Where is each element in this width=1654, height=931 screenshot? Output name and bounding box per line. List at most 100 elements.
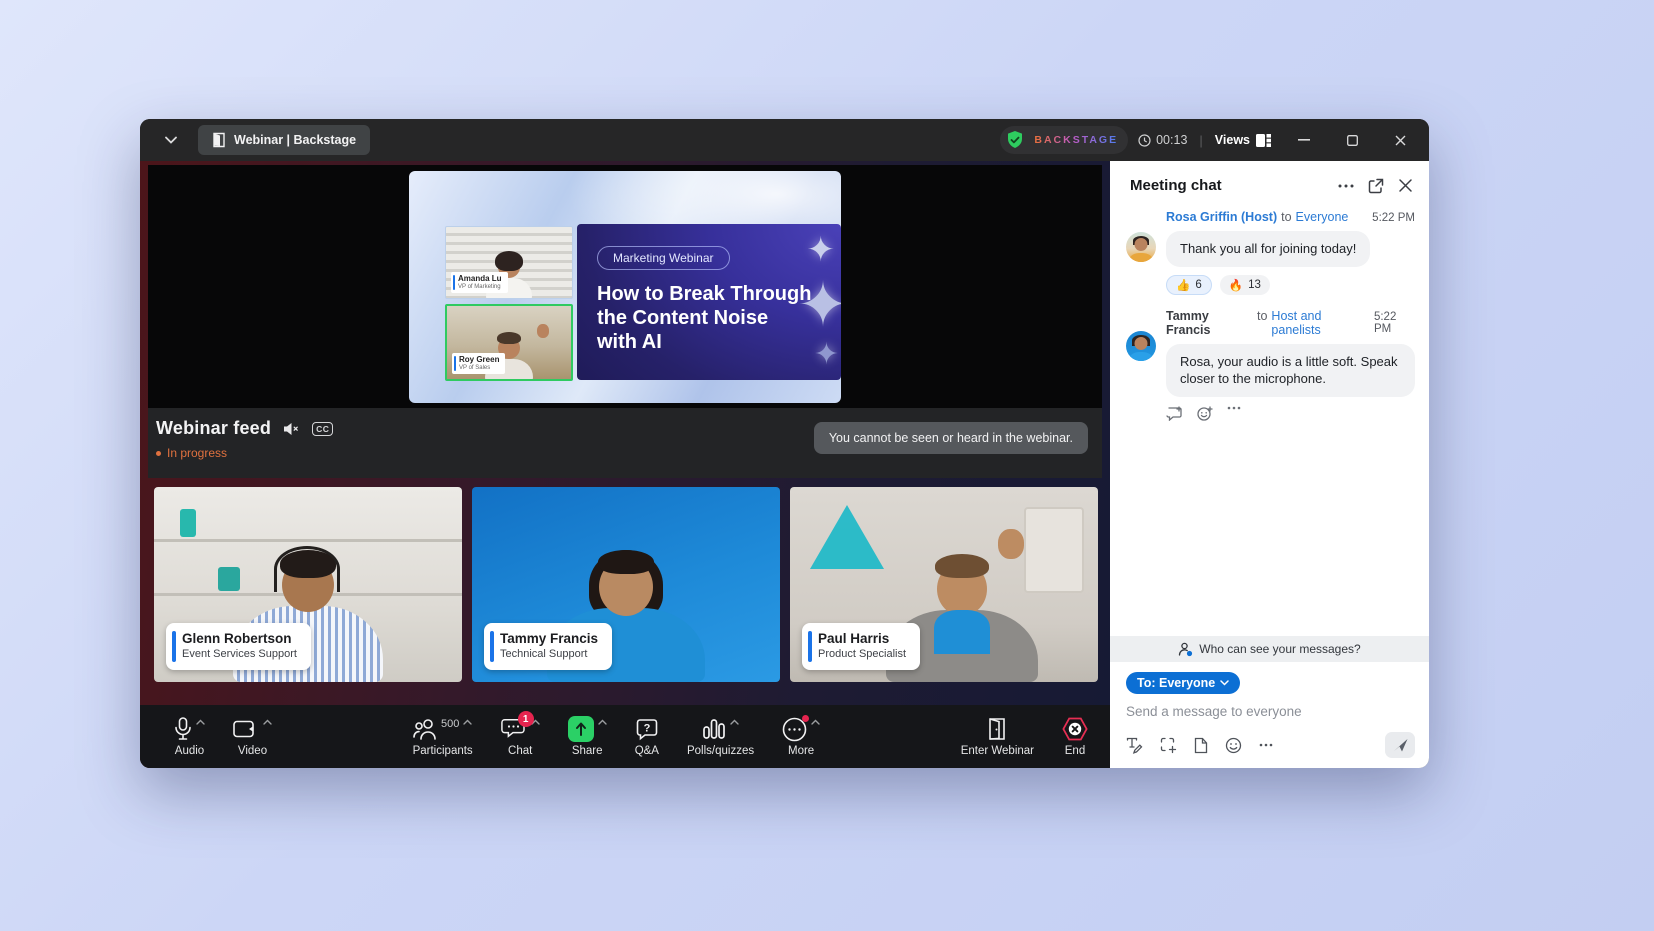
- format-text-icon[interactable]: [1126, 737, 1143, 754]
- chevron-up-icon[interactable]: [811, 719, 820, 725]
- chevron-up-icon[interactable]: [598, 719, 607, 725]
- chat-message: Rosa Griffin (Host) to Everyone 5:22 PM …: [1126, 210, 1415, 295]
- chat-button[interactable]: 1 Chat: [501, 716, 540, 757]
- chevron-up-icon[interactable]: [463, 719, 472, 725]
- speaker-muted-icon[interactable]: [283, 422, 300, 436]
- tab-webinar-backstage[interactable]: Webinar | Backstage: [198, 125, 370, 155]
- preview-nameplate: Roy Green VP of Sales: [452, 353, 505, 373]
- meeting-control-bar: Audio Video: [140, 705, 1110, 768]
- desktop-background: Webinar | Backstage BACKSTAGE 00:13 |: [0, 0, 1654, 931]
- avatar-rosa: [1126, 232, 1156, 262]
- quote-reply-icon[interactable]: [1166, 406, 1183, 422]
- reaction-row: 👍 6 🔥 13: [1166, 275, 1415, 295]
- closed-captions-icon[interactable]: CC: [312, 422, 333, 436]
- end-button[interactable]: End: [1062, 716, 1088, 757]
- microphone-icon: [174, 717, 192, 741]
- speaker-name: Roy Green: [459, 355, 499, 364]
- participant-name: Glenn Robertson: [182, 631, 297, 648]
- chat-close-icon[interactable]: [1398, 178, 1413, 193]
- polls-bar-chart-icon: [702, 717, 726, 741]
- cannot-be-seen-toast: You cannot be seen or heard in the webin…: [814, 422, 1088, 454]
- chat-header: Meeting chat: [1110, 161, 1429, 204]
- enter-webinar-label: Enter Webinar: [961, 745, 1034, 757]
- webex-webinar-window: Webinar | Backstage BACKSTAGE 00:13 |: [140, 119, 1429, 768]
- message-actions: [1166, 406, 1415, 422]
- camera-icon: [233, 719, 259, 739]
- feed-title: Webinar feed: [156, 418, 271, 439]
- who-can-see-text: Who can see your messages?: [1199, 642, 1360, 656]
- fire-emoji: 🔥: [1229, 278, 1243, 292]
- preview-speaker-column: Amanda Lu VP of Marketing: [445, 226, 573, 381]
- meeting-timer: 00:13: [1138, 133, 1187, 147]
- chevron-up-icon[interactable]: [263, 719, 272, 725]
- webinar-feed-stage: Amanda Lu VP of Marketing: [148, 165, 1102, 408]
- qa-icon: ?: [635, 717, 659, 741]
- share-label: Share: [572, 745, 603, 757]
- layout-grid-icon: [1256, 134, 1271, 147]
- reaction-fire[interactable]: 🔥 13: [1220, 275, 1270, 295]
- message-bubble: Rosa, your audio is a little soft. Speak…: [1166, 344, 1415, 397]
- recipient-selector[interactable]: To: Everyone: [1126, 672, 1240, 694]
- message-time: 5:22 PM: [1372, 212, 1415, 224]
- share-screen-icon: [568, 716, 594, 742]
- enter-webinar-button[interactable]: Enter Webinar: [961, 716, 1034, 757]
- recipient-link[interactable]: Everyone: [1296, 210, 1349, 224]
- shared-slide: Marketing Webinar How to Break Through t…: [577, 224, 841, 380]
- participant-role: Event Services Support: [182, 648, 297, 662]
- close-button[interactable]: [1385, 125, 1415, 155]
- more-label: More: [788, 745, 814, 757]
- message-time: 5:22 PM: [1374, 311, 1415, 335]
- slide-category-pill: Marketing Webinar: [597, 246, 730, 270]
- composer-toolbar: [1126, 732, 1415, 758]
- chevron-down-icon: [1220, 680, 1229, 686]
- status-text: In progress: [167, 446, 227, 460]
- add-reaction-icon[interactable]: [1197, 406, 1213, 422]
- send-message-button[interactable]: [1385, 732, 1415, 758]
- recipient-link[interactable]: Host and panelists: [1271, 309, 1370, 337]
- message-more-icon[interactable]: [1227, 406, 1241, 422]
- share-button[interactable]: Share: [568, 716, 607, 757]
- emoji-icon[interactable]: [1225, 737, 1242, 754]
- window-chevron-down-icon[interactable]: [158, 127, 184, 153]
- clock-icon: [1138, 134, 1151, 147]
- audio-button[interactable]: Audio: [174, 716, 205, 757]
- polls-button[interactable]: Polls/quizzes: [687, 716, 754, 757]
- webinar-feed-bar: Webinar feed CC In progress You cannot b…: [148, 408, 1102, 478]
- participants-icon: [413, 718, 437, 740]
- reaction-thumbs-up[interactable]: 👍 6: [1166, 275, 1212, 295]
- chat-label: Chat: [508, 745, 532, 757]
- attach-file-icon[interactable]: [1194, 737, 1208, 754]
- more-options-icon: [782, 717, 807, 742]
- to-pill-label: To: Everyone: [1137, 676, 1215, 690]
- notification-dot: [802, 715, 809, 722]
- sender-link[interactable]: Rosa Griffin (Host): [1166, 210, 1277, 224]
- minimize-button[interactable]: [1289, 125, 1319, 155]
- chevron-up-icon[interactable]: [730, 719, 739, 725]
- participants-button[interactable]: 500 Participants: [413, 716, 473, 757]
- chat-message-list: Rosa Griffin (Host) to Everyone 5:22 PM …: [1110, 204, 1429, 636]
- composer-more-icon[interactable]: [1259, 743, 1273, 747]
- video-label: Video: [238, 745, 267, 757]
- window-body: Amanda Lu VP of Marketing: [140, 161, 1429, 768]
- message-composer: To: Everyone: [1110, 662, 1429, 768]
- preview-tile-amanda: Amanda Lu VP of Marketing: [445, 226, 573, 299]
- timer-value: 00:13: [1156, 133, 1187, 147]
- who-can-see-bar: Who can see your messages?: [1110, 636, 1429, 662]
- qa-button[interactable]: ? Q&A: [635, 716, 659, 757]
- sender-name[interactable]: Tammy Francis: [1166, 309, 1253, 337]
- polls-label: Polls/quizzes: [687, 745, 754, 757]
- maximize-button[interactable]: [1337, 125, 1367, 155]
- audio-label: Audio: [175, 745, 204, 757]
- svg-text:?: ?: [643, 723, 650, 735]
- pop-out-icon[interactable]: [1368, 178, 1384, 194]
- video-button[interactable]: Video: [233, 716, 272, 757]
- chevron-up-icon[interactable]: [196, 719, 205, 725]
- more-button[interactable]: More: [782, 716, 820, 757]
- backstage-badge: BACKSTAGE: [1034, 134, 1118, 146]
- screen-capture-icon[interactable]: [1160, 737, 1177, 754]
- views-button[interactable]: Views: [1215, 133, 1271, 147]
- avatar-tammy: [1126, 331, 1156, 361]
- chat-more-options-icon[interactable]: [1338, 184, 1354, 188]
- webinar-feed-preview: Amanda Lu VP of Marketing: [409, 171, 841, 403]
- message-input[interactable]: [1126, 704, 1415, 719]
